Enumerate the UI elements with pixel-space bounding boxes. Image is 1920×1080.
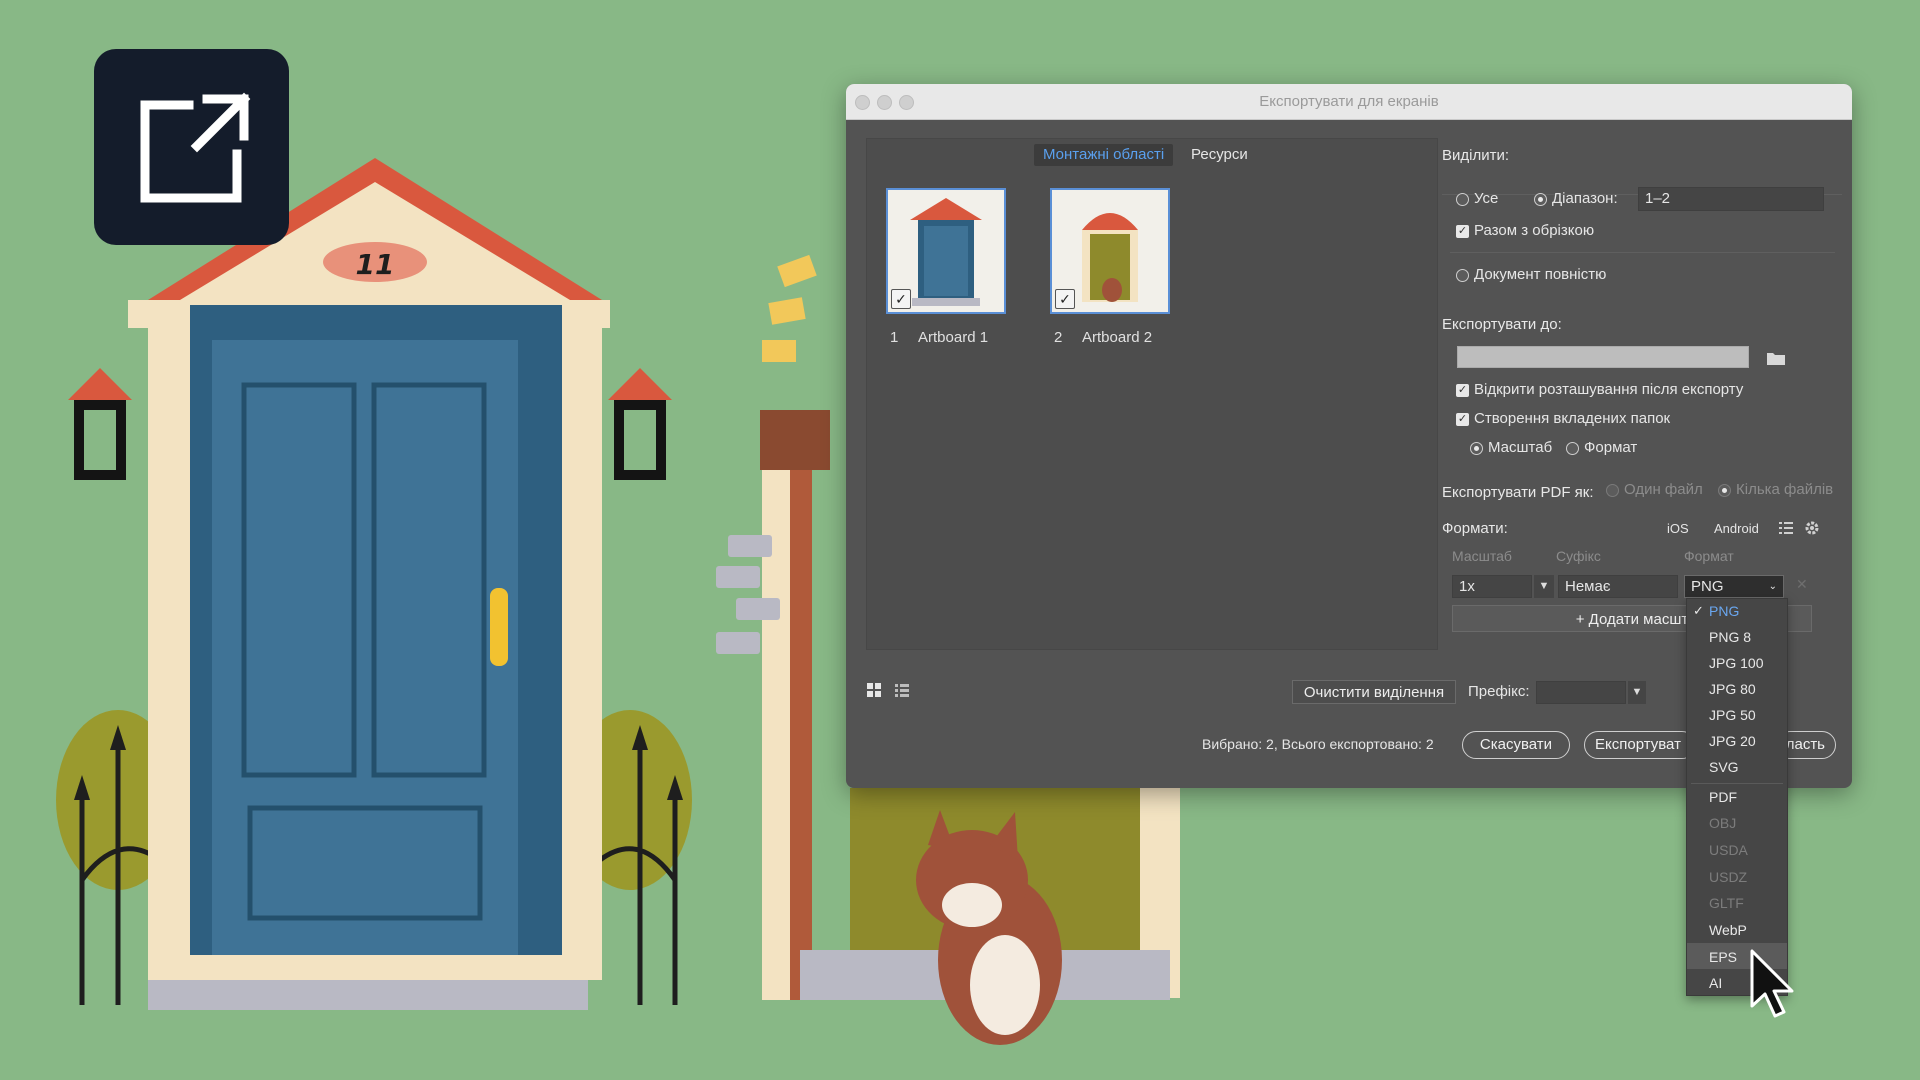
remove-scale-icon[interactable]: ✕ <box>1796 576 1808 593</box>
grid-view-icon[interactable] <box>866 682 882 698</box>
menu-separator <box>1691 783 1783 784</box>
artboard-thumbnail-1[interactable]: ✓ <box>886 188 1006 314</box>
artboard-1-number: 1 <box>890 329 899 346</box>
menu-item-jpg80[interactable]: JPG 80 <box>1709 681 1756 697</box>
menu-item-pdf[interactable]: PDF <box>1709 789 1737 805</box>
artboard-thumbnail-2[interactable]: ✓ <box>1050 188 1170 314</box>
subfolder-by-format-radio[interactable] <box>1566 442 1579 455</box>
android-preset-button[interactable]: Android <box>1714 521 1759 536</box>
menu-item-ai[interactable]: AI <box>1709 975 1722 991</box>
export-button[interactable]: Експортуват <box>1584 731 1696 759</box>
artboard-2-name[interactable]: Artboard 2 <box>1082 329 1152 346</box>
subfolder-by-scale-label: Масштаб <box>1488 439 1553 456</box>
list-options-icon[interactable] <box>1778 520 1794 536</box>
clear-selection-button[interactable]: Очистити виділення <box>1292 680 1456 704</box>
create-subfolders-checkbox[interactable]: ✓ <box>1456 413 1469 426</box>
folder-icon[interactable] <box>1766 350 1786 366</box>
blue-door-illustration <box>56 158 692 1010</box>
full-document-label: Документ повністю <box>1474 266 1607 283</box>
select-all-label: Усе <box>1474 190 1499 207</box>
list-view-icon[interactable] <box>894 682 910 698</box>
bleed-checkbox[interactable]: ✓ <box>1456 225 1469 238</box>
select-range-label: Діапазон: <box>1552 190 1618 207</box>
export-to-heading: Експортувати до: <box>1442 316 1562 333</box>
scale-select[interactable]: 1x <box>1452 575 1532 598</box>
menu-item-jpg50[interactable]: JPG 50 <box>1709 707 1756 723</box>
range-input[interactable]: 1–2 <box>1638 187 1824 211</box>
subfolder-by-scale-radio[interactable] <box>1470 442 1483 455</box>
title-bar: Експортувати для екранів <box>846 84 1852 120</box>
artboard-1-checkbox[interactable]: ✓ <box>891 289 911 309</box>
export-status: Вибрано: 2, Всього експортовано: 2 <box>1202 736 1434 752</box>
menu-item-svg[interactable]: SVG <box>1709 759 1739 775</box>
export-icon <box>140 92 251 203</box>
pdf-single-file-radio[interactable] <box>1606 484 1619 497</box>
tab-assets[interactable]: Ресурси <box>1182 144 1257 166</box>
pdf-multiple-files-radio[interactable] <box>1718 484 1731 497</box>
ios-preset-button[interactable]: iOS <box>1667 521 1689 536</box>
dialog-title: Експортувати для екранів <box>1259 93 1439 110</box>
open-location-label: Відкрити розташування після експорту <box>1474 381 1744 398</box>
subfolder-by-format-label: Формат <box>1584 439 1638 456</box>
gear-icon[interactable] <box>1804 520 1820 536</box>
artboard-2-number: 2 <box>1054 329 1063 346</box>
format-select-value: PNG <box>1691 578 1724 595</box>
full-document-radio[interactable] <box>1456 269 1469 282</box>
menu-item-gltf: GLTF <box>1709 895 1744 911</box>
artboard-2-checkbox[interactable]: ✓ <box>1055 289 1075 309</box>
format-select[interactable]: PNG ⌄ <box>1684 575 1784 598</box>
menu-item-jpg20[interactable]: JPG 20 <box>1709 733 1756 749</box>
house-number: 11 <box>355 248 395 281</box>
menu-item-png8[interactable]: PNG 8 <box>1709 629 1751 645</box>
create-subfolders-label: Створення вкладених папок <box>1474 410 1671 427</box>
checkmark-icon: ✓ <box>1693 603 1704 618</box>
bleed-label: Разом з обрізкою <box>1474 222 1595 239</box>
scale-column-header: Масштаб <box>1452 548 1512 564</box>
scale-dropdown-arrow-icon[interactable]: ▼ <box>1534 575 1554 598</box>
pdf-single-file-label: Один файл <box>1624 481 1703 498</box>
menu-item-usda: USDA <box>1709 842 1748 858</box>
formats-heading: Формати: <box>1442 520 1508 537</box>
suffix-input[interactable]: Немає <box>1558 575 1678 598</box>
export-pdf-heading: Експортувати PDF як: <box>1442 484 1594 501</box>
pdf-multiple-files-label: Кілька файлів <box>1736 481 1834 498</box>
open-location-checkbox[interactable]: ✓ <box>1456 384 1469 397</box>
chevron-down-icon: ⌄ <box>1768 581 1777 592</box>
tab-artboards[interactable]: Монтажні області <box>1034 144 1174 166</box>
select-heading: Виділити: <box>1442 147 1510 164</box>
artboard-1-name[interactable]: Artboard 1 <box>918 329 988 346</box>
menu-item-jpg100[interactable]: JPG 100 <box>1709 655 1763 671</box>
prefix-label: Префікс: <box>1468 683 1530 700</box>
menu-item-obj: OBJ <box>1709 815 1737 831</box>
export-app-icon <box>94 49 289 245</box>
menu-item-eps[interactable]: EPS <box>1709 949 1737 965</box>
select-all-radio[interactable] <box>1456 193 1469 206</box>
select-range-radio[interactable] <box>1534 193 1547 206</box>
format-column-header: Формат <box>1684 548 1734 564</box>
menu-item-png[interactable]: PNG <box>1709 603 1739 619</box>
prefix-input[interactable] <box>1536 681 1626 704</box>
suffix-column-header: Суфікс <box>1556 548 1601 564</box>
menu-item-usdz: USDZ <box>1709 869 1748 885</box>
cancel-button[interactable]: Скасувати <box>1462 731 1570 759</box>
format-dropdown-menu: ✓ PNG PNG 8 JPG 100 JPG 80 JPG 50 JPG 20… <box>1686 598 1788 996</box>
export-path-field[interactable] <box>1457 346 1749 368</box>
menu-item-webp[interactable]: WebP <box>1709 922 1747 938</box>
mouse-cursor-icon <box>1750 949 1794 1018</box>
prefix-dropdown-arrow-icon[interactable]: ▼ <box>1628 681 1646 704</box>
